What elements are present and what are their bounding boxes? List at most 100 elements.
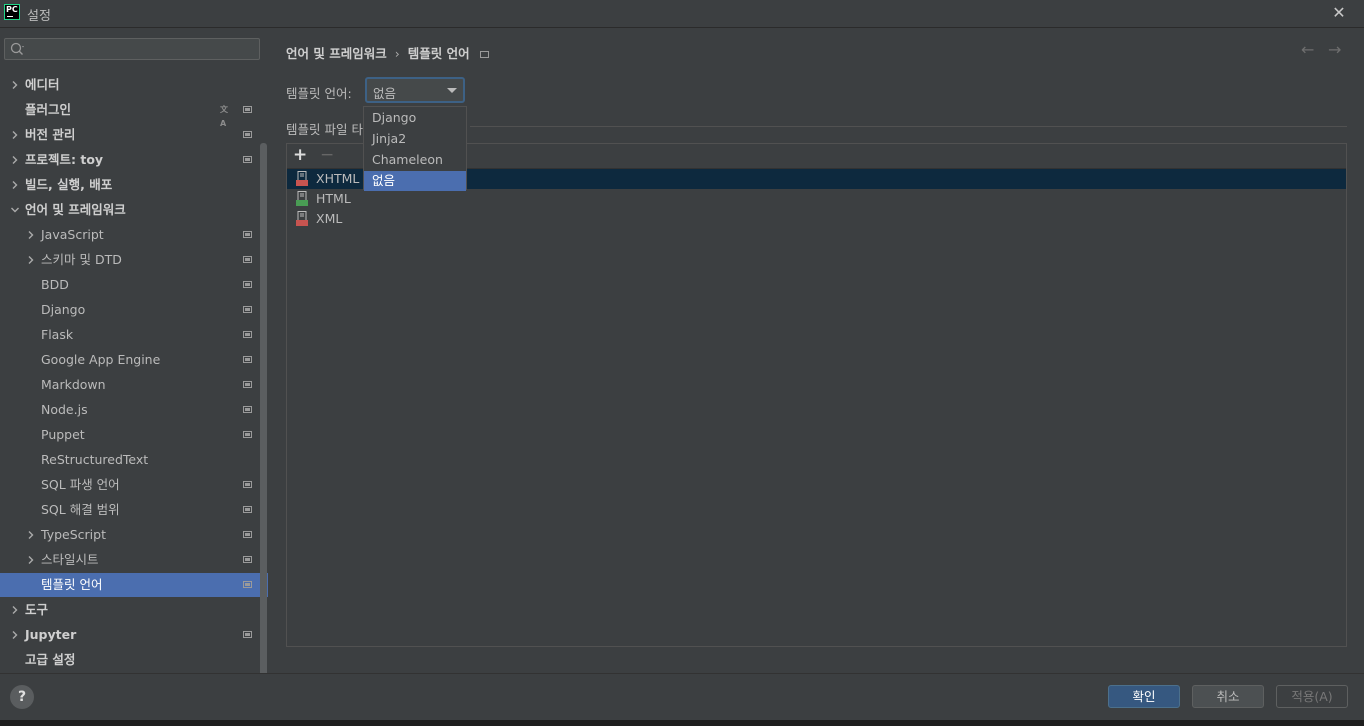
sidebar-item-label: Puppet xyxy=(41,427,85,442)
template-language-combo[interactable]: 없음 xyxy=(365,77,465,103)
sidebar-item-label: 스키마 및 DTD xyxy=(41,252,122,267)
dialog-footer: ? 확인 취소 적용(A) xyxy=(0,674,1364,720)
project-scope-icon xyxy=(243,256,252,263)
forward-arrow-icon[interactable]: → xyxy=(1328,40,1341,59)
section-divider xyxy=(470,126,1347,127)
sidebar-item[interactable]: Django xyxy=(0,298,262,322)
sidebar-item[interactable]: Flask xyxy=(0,323,262,347)
project-scope-icon xyxy=(243,481,252,488)
chevron-right-icon[interactable] xyxy=(10,73,20,97)
sidebar-item[interactable]: 버전 관리 xyxy=(0,123,262,147)
sidebar-item[interactable]: 템플릿 언어 xyxy=(0,573,268,597)
sidebar-scrollbar[interactable] xyxy=(260,143,267,699)
sidebar-item[interactable]: Markdown xyxy=(0,373,262,397)
sidebar-item-label: 고급 설정 xyxy=(25,652,76,667)
sidebar-item[interactable]: 에디터 xyxy=(0,73,262,97)
sidebar-item-label: 에디터 xyxy=(25,77,60,92)
sidebar-item[interactable]: SQL 해결 범위 xyxy=(0,498,262,522)
background-window-strip xyxy=(0,720,1364,726)
sidebar-item-label: JavaScript xyxy=(41,227,104,242)
sidebar-item[interactable]: 프로젝트: toy xyxy=(0,148,262,172)
sidebar-item-label: 언어 및 프레임워크 xyxy=(25,202,126,217)
file-type-label: XHTML xyxy=(316,171,360,186)
sidebar-item[interactable]: 고급 설정 xyxy=(0,648,262,672)
chevron-right-icon[interactable] xyxy=(10,598,20,622)
template-language-label: 템플릿 언어: xyxy=(286,86,352,101)
sidebar-item[interactable]: 스타일시트 xyxy=(0,548,262,572)
template-file-types-label: 템플릿 파일 타 xyxy=(286,122,363,137)
project-scope-icon xyxy=(243,356,252,363)
chevron-right-icon[interactable] xyxy=(10,123,20,147)
dropdown-option[interactable]: 없음 xyxy=(364,171,466,191)
project-scope-icon xyxy=(243,556,252,563)
title-bar: PC 설정 ✕ xyxy=(0,0,1364,28)
project-scope-icon xyxy=(243,431,252,438)
chevron-right-icon[interactable] xyxy=(26,523,36,547)
project-scope-icon xyxy=(243,156,252,163)
html-file-icon xyxy=(296,191,310,207)
sidebar-item[interactable]: BDD xyxy=(0,273,262,297)
sidebar-item-label: SQL 해결 범위 xyxy=(41,502,120,517)
file-type-label: XML xyxy=(316,211,343,226)
project-scope-icon xyxy=(243,531,252,538)
chevron-right-icon[interactable] xyxy=(10,148,20,172)
breadcrumb-current: 템플릿 언어 xyxy=(407,46,470,61)
chevron-right-icon[interactable] xyxy=(26,548,36,572)
chevron-right-icon[interactable] xyxy=(10,173,20,197)
search-input[interactable] xyxy=(4,38,260,60)
sidebar-item[interactable]: 플러그인 文A xyxy=(0,98,262,128)
project-scope-icon xyxy=(243,106,252,113)
dropdown-option[interactable]: Chameleon xyxy=(364,150,466,170)
remove-icon[interactable]: − xyxy=(320,145,334,165)
sidebar-item[interactable]: Jupyter xyxy=(0,623,262,647)
project-scope-icon xyxy=(243,581,252,588)
chevron-down-icon xyxy=(447,88,457,93)
sidebar-item[interactable]: 스키마 및 DTD xyxy=(0,248,262,272)
sidebar-item[interactable]: JavaScript xyxy=(0,223,262,247)
chevron-right-icon[interactable] xyxy=(10,623,20,647)
sidebar-item[interactable]: Google App Engine xyxy=(0,348,262,372)
chevron-right-icon[interactable] xyxy=(26,223,36,247)
project-scope-icon xyxy=(243,506,252,513)
ok-button[interactable]: 확인 xyxy=(1108,685,1180,708)
sidebar-item[interactable]: 언어 및 프레임워크 xyxy=(0,198,262,222)
sidebar-item[interactable]: Puppet xyxy=(0,423,262,447)
file-type-row[interactable]: HTML xyxy=(287,189,1346,209)
project-scope-icon xyxy=(243,281,252,288)
dropdown-option[interactable]: Jinja2 xyxy=(364,129,466,149)
translate-icon: 文A xyxy=(220,105,228,128)
sidebar-item-label: Jupyter xyxy=(25,627,77,642)
sidebar-item-label: ReStructuredText xyxy=(41,452,149,467)
sidebar-item[interactable]: 빌드, 실행, 배포 xyxy=(0,173,262,197)
sidebar-item-label: Django xyxy=(41,302,86,317)
file-type-row[interactable]: XML xyxy=(287,209,1346,229)
sidebar-item-label: 프로젝트: toy xyxy=(25,152,104,167)
apply-button[interactable]: 적용(A) xyxy=(1276,685,1348,708)
xml-file-icon xyxy=(296,211,310,227)
sidebar-item[interactable]: SQL 파생 언어 xyxy=(0,473,262,497)
sidebar-item-label: 템플릿 언어 xyxy=(41,577,103,592)
sidebar-item-label: 버전 관리 xyxy=(25,127,76,142)
breadcrumb: 언어 및 프레임워크 › 템플릿 언어 xyxy=(286,43,489,62)
chevron-right-icon[interactable] xyxy=(26,248,36,272)
close-icon[interactable]: ✕ xyxy=(1331,4,1347,22)
settings-sidebar: 에디터플러그인 文A 버전 관리프로젝트: toy 빌드, 실행, 배포언어 및 프레… xyxy=(0,28,269,699)
cancel-button[interactable]: 취소 xyxy=(1192,685,1264,708)
add-icon[interactable]: + xyxy=(293,145,307,165)
file-types-panel: + − XHTML HTML XML xyxy=(286,143,1347,647)
project-scope-icon xyxy=(243,631,252,638)
sidebar-item-label: 도구 xyxy=(25,602,49,617)
sidebar-item[interactable]: 도구 xyxy=(0,598,262,622)
project-scope-icon xyxy=(243,381,252,388)
sidebar-item[interactable]: ReStructuredText xyxy=(0,448,262,472)
template-language-dropdown: Django Jinja2 Chameleon 없음 xyxy=(363,106,467,191)
back-arrow-icon[interactable]: ← xyxy=(1301,40,1314,59)
window-title: 설정 xyxy=(27,9,51,24)
help-button[interactable]: ? xyxy=(10,685,34,709)
pycharm-app-icon: PC xyxy=(4,4,20,20)
dropdown-option[interactable]: Django xyxy=(364,108,466,128)
sidebar-item[interactable]: Node.js xyxy=(0,398,262,422)
chevron-down-icon[interactable] xyxy=(10,198,20,222)
sidebar-item[interactable]: TypeScript xyxy=(0,523,262,547)
breadcrumb-parent[interactable]: 언어 및 프레임워크 xyxy=(286,46,387,61)
